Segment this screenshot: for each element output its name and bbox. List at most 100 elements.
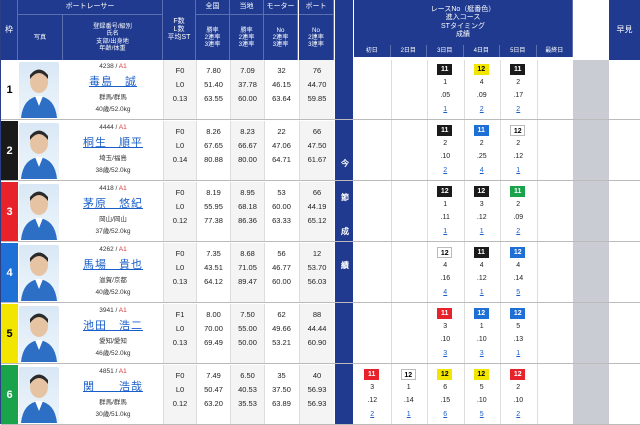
- finish-rank-link[interactable]: 1: [401, 409, 417, 420]
- register-id: 4851 /: [99, 368, 119, 375]
- national-rates: 7.35 43.51 64.12: [196, 243, 230, 302]
- register-number: 4238 / A1: [63, 63, 163, 72]
- local-rates: 7.50 55.00 50.00: [230, 304, 264, 363]
- racer-info: 4262 / A1 馬場 貴也 滋賀/京都 40歳/52.0kg: [63, 243, 163, 302]
- header-lane: 枠: [1, 0, 18, 60]
- boat-rates: 88 44.44 60.90: [299, 304, 334, 363]
- race-number-badge: 11: [510, 64, 526, 75]
- racer-name-link[interactable]: 毒島 誠: [63, 73, 163, 88]
- race-number-badge: 12: [510, 125, 526, 136]
- race-number-badge: 12: [510, 308, 526, 319]
- finish-rank-link[interactable]: 2: [510, 104, 526, 115]
- entry-course: 1: [479, 323, 484, 330]
- finish-rank-link[interactable]: 1: [437, 104, 453, 115]
- entry-course: 5: [479, 384, 484, 391]
- finish-rank-link[interactable]: 3: [437, 348, 453, 359]
- finish-rank-link[interactable]: 5: [510, 287, 526, 298]
- fl-value-2: 0.13: [172, 277, 188, 286]
- boat-rates-2: 61.67: [307, 155, 327, 164]
- fl-value-1: L0: [175, 202, 185, 211]
- local-rates-2: 80.00: [238, 155, 257, 164]
- race-number-badge: 11: [437, 308, 453, 319]
- fl-value-0: F0: [175, 127, 185, 136]
- header-sub-0-line-1: 2連率: [204, 33, 221, 41]
- entry-course: 2: [516, 384, 521, 391]
- register-number: 4262 / A1: [63, 246, 163, 255]
- register-id: 3941 /: [99, 307, 119, 314]
- boat-rates-1: 44.70: [307, 80, 327, 89]
- racer-class: A1: [118, 368, 127, 375]
- fl-value-1: L0: [175, 324, 185, 333]
- racer-name-link[interactable]: 茅原 悠紀: [63, 195, 163, 210]
- local-rates-2: 86.36: [238, 216, 257, 225]
- national-rates-2: 77.38: [204, 216, 223, 225]
- boat-rates-1: 44.19: [307, 202, 327, 211]
- day-column-2: 3日目: [427, 45, 464, 57]
- racer-info: 4444 / A1 桐生 順平 埼玉/福島 38歳/52.0kg: [63, 121, 163, 180]
- boat-rates: 40 56.93 56.93: [299, 365, 334, 424]
- finish-rank-link[interactable]: 2: [364, 409, 380, 420]
- boat-rates-2: 56.93: [307, 399, 327, 408]
- racer-branch: 滋賀/京都: [99, 277, 127, 284]
- racer-name-link[interactable]: 関 浩哉: [63, 378, 163, 393]
- finish-rank-link[interactable]: 1: [510, 348, 526, 359]
- day-column-0: 初日: [354, 45, 391, 57]
- register-id: 4418 /: [99, 185, 119, 192]
- finish-rank-link[interactable]: 1: [437, 226, 453, 237]
- fl-st-cell: F1 L0 0.13: [163, 304, 196, 363]
- finish-rank-link[interactable]: 5: [474, 409, 490, 420]
- finish-rank-link[interactable]: 2: [437, 165, 453, 176]
- motor-rates-1: 37.50: [272, 385, 291, 394]
- lane-number: 4: [1, 243, 18, 302]
- finish-rank-link[interactable]: 4: [437, 287, 453, 298]
- racer-photo: [19, 62, 59, 118]
- finish-rank-link[interactable]: 2: [474, 104, 490, 115]
- register-id: 4238 /: [99, 63, 119, 70]
- boat-rates: 76 44.70 59.85: [299, 60, 334, 119]
- boat-rates-0: 40: [312, 371, 322, 380]
- race-number-badge: 12: [437, 247, 453, 258]
- entry-course: 3: [370, 384, 375, 391]
- racer-class: A1: [118, 185, 127, 192]
- finish-rank-link[interactable]: 2: [510, 409, 526, 420]
- start-timing: .10: [440, 336, 451, 343]
- national-rates-0: 8.26: [206, 127, 221, 136]
- entry-course: 2: [516, 140, 521, 147]
- header-group-3: ボート: [299, 0, 334, 14]
- register-number: 3941 / A1: [63, 307, 163, 316]
- register-number: 4444 / A1: [63, 124, 163, 133]
- racer-age-weight: 38歳/52.0kg: [95, 167, 131, 174]
- start-timing: .17: [513, 92, 524, 99]
- racer-photo: [19, 184, 59, 240]
- fl-st-cell: F0 L0 0.14: [163, 121, 196, 180]
- start-timing: .09: [476, 92, 487, 99]
- racer-class: A1: [118, 307, 127, 314]
- finish-rank-link[interactable]: 3: [474, 348, 490, 359]
- entry-course: 4: [479, 79, 484, 86]
- entry-course: 5: [516, 323, 521, 330]
- motor-rates-2: 53.21: [272, 338, 291, 347]
- finish-rank-link[interactable]: 1: [510, 165, 526, 176]
- local-rates-0: 7.50: [240, 310, 255, 319]
- finish-rank-link[interactable]: 1: [474, 287, 490, 298]
- local-rates: 8.23 66.67 80.00: [230, 121, 264, 180]
- racer-name-link[interactable]: 馬場 貴也: [63, 256, 163, 271]
- local-rates: 6.50 40.53 35.53: [230, 365, 264, 424]
- motor-rates-0: 22: [277, 127, 286, 136]
- racer-name-link[interactable]: 桐生 順平: [63, 134, 163, 149]
- racer-photo: [19, 367, 59, 423]
- fl-value-0: F0: [175, 371, 185, 380]
- finish-rank-link[interactable]: 6: [437, 409, 453, 420]
- start-timing: .10: [440, 153, 451, 160]
- header-sub-3-line-2: 3連率: [308, 41, 324, 49]
- race-number-badge: 11: [510, 186, 526, 197]
- finish-rank-link[interactable]: 1: [474, 226, 490, 237]
- finish-rank-link[interactable]: 2: [510, 226, 526, 237]
- motor-rates: 35 37.50 63.89: [264, 365, 298, 424]
- finish-rank-link[interactable]: 4: [474, 165, 490, 176]
- racer-name-link[interactable]: 池田 浩二: [63, 317, 163, 332]
- motor-rates-2: 63.89: [272, 399, 291, 408]
- national-rates-2: 80.88: [204, 155, 223, 164]
- header-group-0: 全国: [196, 0, 230, 14]
- start-timing: .14: [513, 275, 524, 282]
